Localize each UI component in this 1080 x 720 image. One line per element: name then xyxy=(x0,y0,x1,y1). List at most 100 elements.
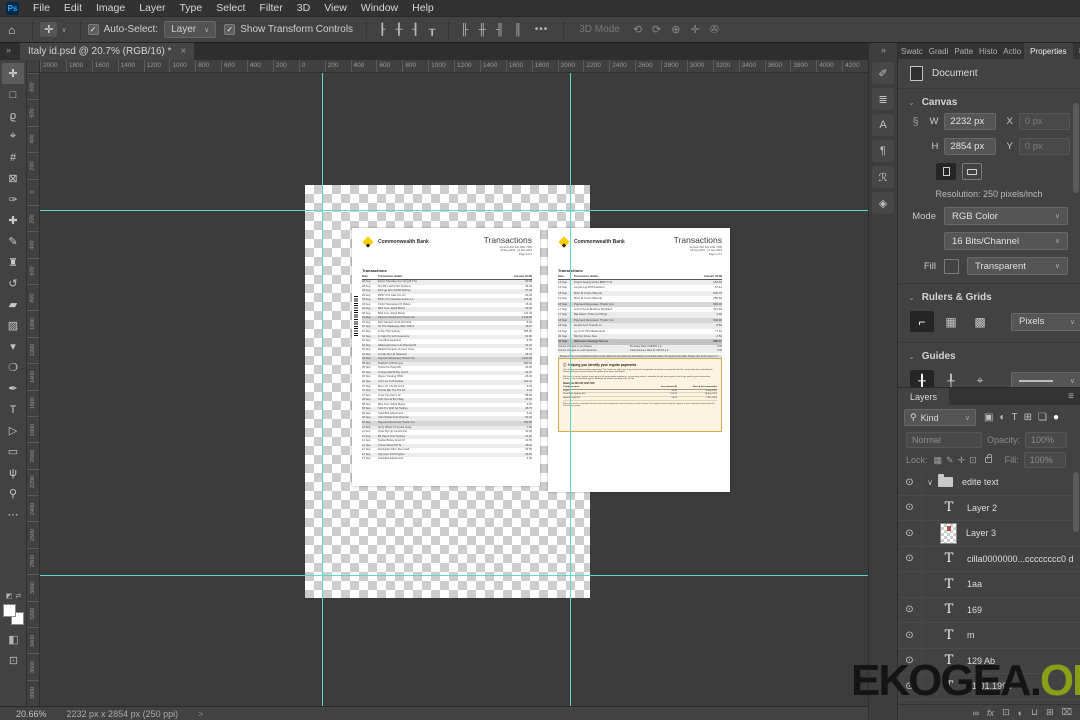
lock-artboard-icon[interactable]: ⊡ xyxy=(968,455,978,466)
layer-name[interactable]: 129 Ab xyxy=(967,656,995,666)
eyedropper-tool[interactable]: ✑ xyxy=(2,189,24,210)
new-group-icon[interactable]: ⊔ xyxy=(1031,707,1038,718)
canvas-area[interactable]: Statement 063 010 1045 7245 Commonwealth… xyxy=(40,73,868,706)
add-layer-mask-icon[interactable]: ⊡ xyxy=(1002,707,1010,718)
text-layer-thumbnail[interactable]: T xyxy=(940,625,958,646)
hand-tool[interactable]: ψ xyxy=(2,462,24,483)
menu-item[interactable]: File xyxy=(26,0,57,17)
edit-toolbar-icon[interactable]: ⋯ xyxy=(2,504,24,525)
horizontal-guide[interactable] xyxy=(40,575,868,576)
foreground-color-swatch[interactable] xyxy=(3,604,16,617)
width-input[interactable]: 2232 px xyxy=(944,113,996,130)
pen-tool[interactable]: ✒ xyxy=(2,378,24,399)
lock-pixels-icon[interactable]: ✎ xyxy=(945,455,955,466)
expand-panels-icon[interactable]: » xyxy=(881,45,886,55)
text-layer-thumbnail[interactable]: T xyxy=(940,548,958,569)
guide-style-dropdown[interactable]: ∨ xyxy=(1011,371,1080,387)
link-dimensions-icon[interactable]: § xyxy=(910,116,921,128)
canvas-section-header[interactable]: ⌄ Canvas xyxy=(898,89,1080,113)
menu-item[interactable]: Edit xyxy=(57,0,89,17)
visibility-eye-icon[interactable]: ⊙ xyxy=(898,623,922,648)
brush-tool[interactable]: ✎ xyxy=(2,231,24,252)
filter-type-layers-icon[interactable]: T xyxy=(1010,412,1020,423)
distribute-horizontal-centers-icon[interactable]: ╫ xyxy=(478,24,486,36)
scrollbar[interactable] xyxy=(1073,103,1079,193)
menu-item[interactable]: View xyxy=(317,0,354,17)
layer-row[interactable]: ⊙ ∨ T 129 Ab xyxy=(898,648,1080,674)
layer-name[interactable]: 01.01.1990 xyxy=(967,681,1012,691)
panel-tab[interactable]: Patte xyxy=(951,43,976,59)
panel-tab[interactable]: Swatc xyxy=(898,43,926,59)
toggle-grid-icon[interactable]: ▦ xyxy=(939,311,963,332)
object-selection-tool[interactable]: ⌖ xyxy=(2,126,24,147)
shape-tool[interactable]: ▭ xyxy=(2,441,24,462)
dodge-tool[interactable]: ❍ xyxy=(2,357,24,378)
height-input[interactable]: 2854 px xyxy=(944,138,996,155)
visibility-eye-icon[interactable]: ⊙ xyxy=(898,597,922,622)
filter-pixel-layers-icon[interactable]: ▣ xyxy=(982,412,995,423)
panel-tab-properties[interactable]: Properties xyxy=(1024,43,1073,59)
layer-row[interactable]: ⊙ ∨ T cilla0000000...cccccccc0 d xyxy=(898,546,1080,572)
align-top-edges-icon[interactable]: ┰ xyxy=(429,23,436,36)
lock-position-icon[interactable]: ✛ xyxy=(957,455,967,466)
toggle-rulers-icon[interactable]: ⌐ xyxy=(910,311,934,332)
path-selection-tool[interactable]: ▷ xyxy=(2,420,24,441)
image-layer-thumbnail[interactable] xyxy=(940,522,957,544)
distribute-vertical-icon[interactable]: ║ xyxy=(514,24,522,36)
lasso-tool[interactable]: ϱ xyxy=(2,105,24,126)
panel-menu-icon[interactable]: ≡ xyxy=(1073,43,1080,59)
guides-section-header[interactable]: ⌄ Guides xyxy=(898,343,1080,367)
show-transform-checkbox[interactable]: ✓ xyxy=(224,24,236,35)
text-layer-thumbnail[interactable]: T xyxy=(940,650,958,671)
layer-row[interactable]: ⊙ ∨ T Layer 2 xyxy=(898,495,1080,521)
3d-camera-icon[interactable]: ✇ xyxy=(710,23,719,36)
layer-filter-kind-dropdown[interactable]: ⚲ Kind ∨ xyxy=(904,409,976,426)
home-icon[interactable]: ⌂ xyxy=(8,23,15,37)
zoom-tool[interactable]: ⚲ xyxy=(2,483,24,504)
layer-name[interactable]: Layer 3 xyxy=(966,528,996,538)
bit-depth-dropdown[interactable]: 16 Bits/Channel ∨ xyxy=(944,232,1068,250)
swap-colors-icon[interactable]: ⇄ xyxy=(15,592,21,600)
new-layer-icon[interactable]: ⊞ xyxy=(1046,707,1054,718)
new-adjustment-layer-icon[interactable]: ◐ xyxy=(1018,708,1023,718)
rulers-grids-section-header[interactable]: ⌄ Rulers & Grids xyxy=(898,284,1080,308)
3d-slide-icon[interactable]: ✛ xyxy=(690,23,699,36)
zoom-level[interactable]: 20.66% xyxy=(16,709,47,719)
visibility-eye-icon[interactable]: ⊙ xyxy=(898,674,922,699)
layer-name[interactable]: cilla0000000...cccccccc0 d xyxy=(967,554,1074,564)
move-tool-preset-icon[interactable]: ✛ xyxy=(40,22,58,37)
portrait-orientation-button[interactable] xyxy=(936,163,956,180)
horizontal-guide[interactable] xyxy=(40,210,868,211)
more-options-icon[interactable]: ••• xyxy=(535,24,549,35)
lock-transparency-icon[interactable]: ▦ xyxy=(933,455,944,466)
layer-name[interactable]: edite text xyxy=(962,477,999,487)
visibility-eye-icon[interactable]: ⊙ xyxy=(898,546,922,571)
visibility-eye-icon[interactable]: ⊙ xyxy=(898,470,922,495)
photoshop-logo[interactable]: Ps xyxy=(6,1,19,15)
vertical-guide[interactable] xyxy=(322,73,323,706)
align-left-edges-icon[interactable]: ┠ xyxy=(379,23,386,36)
close-icon[interactable]: × xyxy=(181,46,187,57)
adjustments-panel-icon[interactable]: ≣ xyxy=(872,88,894,110)
gradient-tool[interactable]: ▨ xyxy=(2,315,24,336)
menu-item[interactable]: Help xyxy=(405,0,441,17)
panel-tab[interactable]: Actio xyxy=(1000,43,1024,59)
distribute-left-edges-icon[interactable]: ╟ xyxy=(461,24,469,36)
toolbar-overflow-icon[interactable]: » xyxy=(6,45,11,55)
crop-tool[interactable]: # xyxy=(2,147,24,168)
layer-row[interactable]: ⊙ ∨ T Layer 3 xyxy=(898,521,1080,547)
layer-row[interactable]: ⊙ ∨ T m xyxy=(898,623,1080,649)
panel-tab[interactable]: Gradi xyxy=(926,43,952,59)
visibility-eye-icon[interactable]: ⊙ xyxy=(898,648,922,673)
delete-layer-icon[interactable]: ⌧ xyxy=(1062,707,1072,718)
layer-row[interactable]: ⊙ ∨ T 01.01.1990 xyxy=(898,674,1080,700)
vertical-ruler[interactable]: 800 600 400 200 0 200 400 600 800 1000 1200 1400 160… xyxy=(27,73,40,706)
blur-tool[interactable]: ▾ xyxy=(2,336,24,357)
filter-shape-layers-icon[interactable]: ⊞ xyxy=(1022,412,1034,423)
visibility-eye-icon[interactable]: ⊙ xyxy=(898,521,922,546)
3d-orbit-icon[interactable]: ⟲ xyxy=(633,23,642,36)
layer-name[interactable]: 169 xyxy=(967,605,982,615)
menu-item[interactable]: Filter xyxy=(252,0,289,17)
lock-all-icon[interactable] xyxy=(984,454,992,463)
clone-stamp-tool[interactable]: ♜ xyxy=(2,252,24,273)
